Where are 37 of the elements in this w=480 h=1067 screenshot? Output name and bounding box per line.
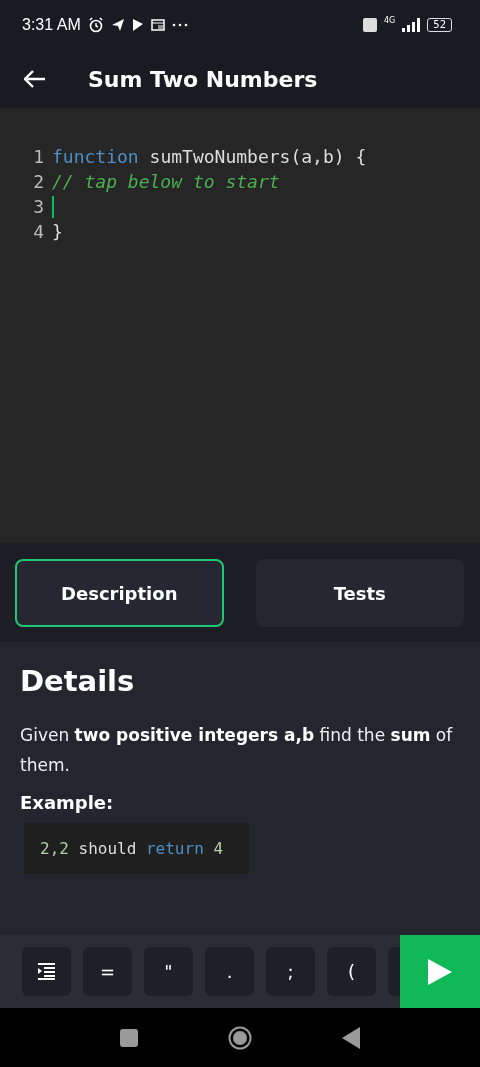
indent-key[interactable] (22, 947, 71, 996)
description-text: Given two positive integers a,b find the sum of them. (20, 724, 454, 777)
tab[interactable]: Tests (255, 559, 464, 627)
code-line: // tap below to start (52, 171, 280, 192)
tab[interactable]: Description (15, 559, 224, 627)
example-label: Example: (20, 792, 115, 813)
line-number: 1 (32, 146, 44, 167)
line-number: 3 (32, 196, 44, 217)
back-arrow-icon[interactable] (24, 70, 46, 88)
back-icon[interactable] (342, 1026, 360, 1049)
recents-icon[interactable] (120, 1028, 138, 1047)
code-line: function sumTwoNumbers(a,b) { (52, 146, 367, 167)
code-line: } (52, 221, 63, 242)
play-icon (428, 958, 452, 985)
run-button[interactable] (400, 935, 480, 1008)
network-label: 4G (383, 16, 396, 25)
screen-title: Sum Two Numbers (88, 66, 318, 92)
window-icon (150, 19, 165, 31)
symbol-key[interactable]: = (83, 947, 132, 996)
battery-indicator: 52 (427, 18, 452, 32)
code-editor[interactable]: 1 function sumTwoNumbers(a,b) { 2 // tap below to start 3 4 } (0, 108, 480, 543)
line-number: 4 (32, 221, 44, 242)
status-time: 3:31 AM (22, 16, 81, 34)
example-code: 2,2 should return 4 (24, 823, 250, 874)
symbol-key[interactable]: . (205, 947, 254, 996)
symbol-key[interactable]: ( (327, 947, 376, 996)
details-heading: Details (20, 664, 136, 698)
symbol-key[interactable]: " (144, 947, 193, 996)
more-icon (171, 23, 188, 27)
indent-icon (38, 963, 55, 980)
symbol-key[interactable]: ; (266, 947, 315, 996)
send-icon (110, 18, 125, 32)
home-icon[interactable] (228, 1025, 252, 1050)
flag-icon (131, 18, 144, 32)
alarm-icon (87, 17, 104, 33)
line-number: 2 (32, 171, 44, 192)
signal-icon (402, 18, 421, 32)
